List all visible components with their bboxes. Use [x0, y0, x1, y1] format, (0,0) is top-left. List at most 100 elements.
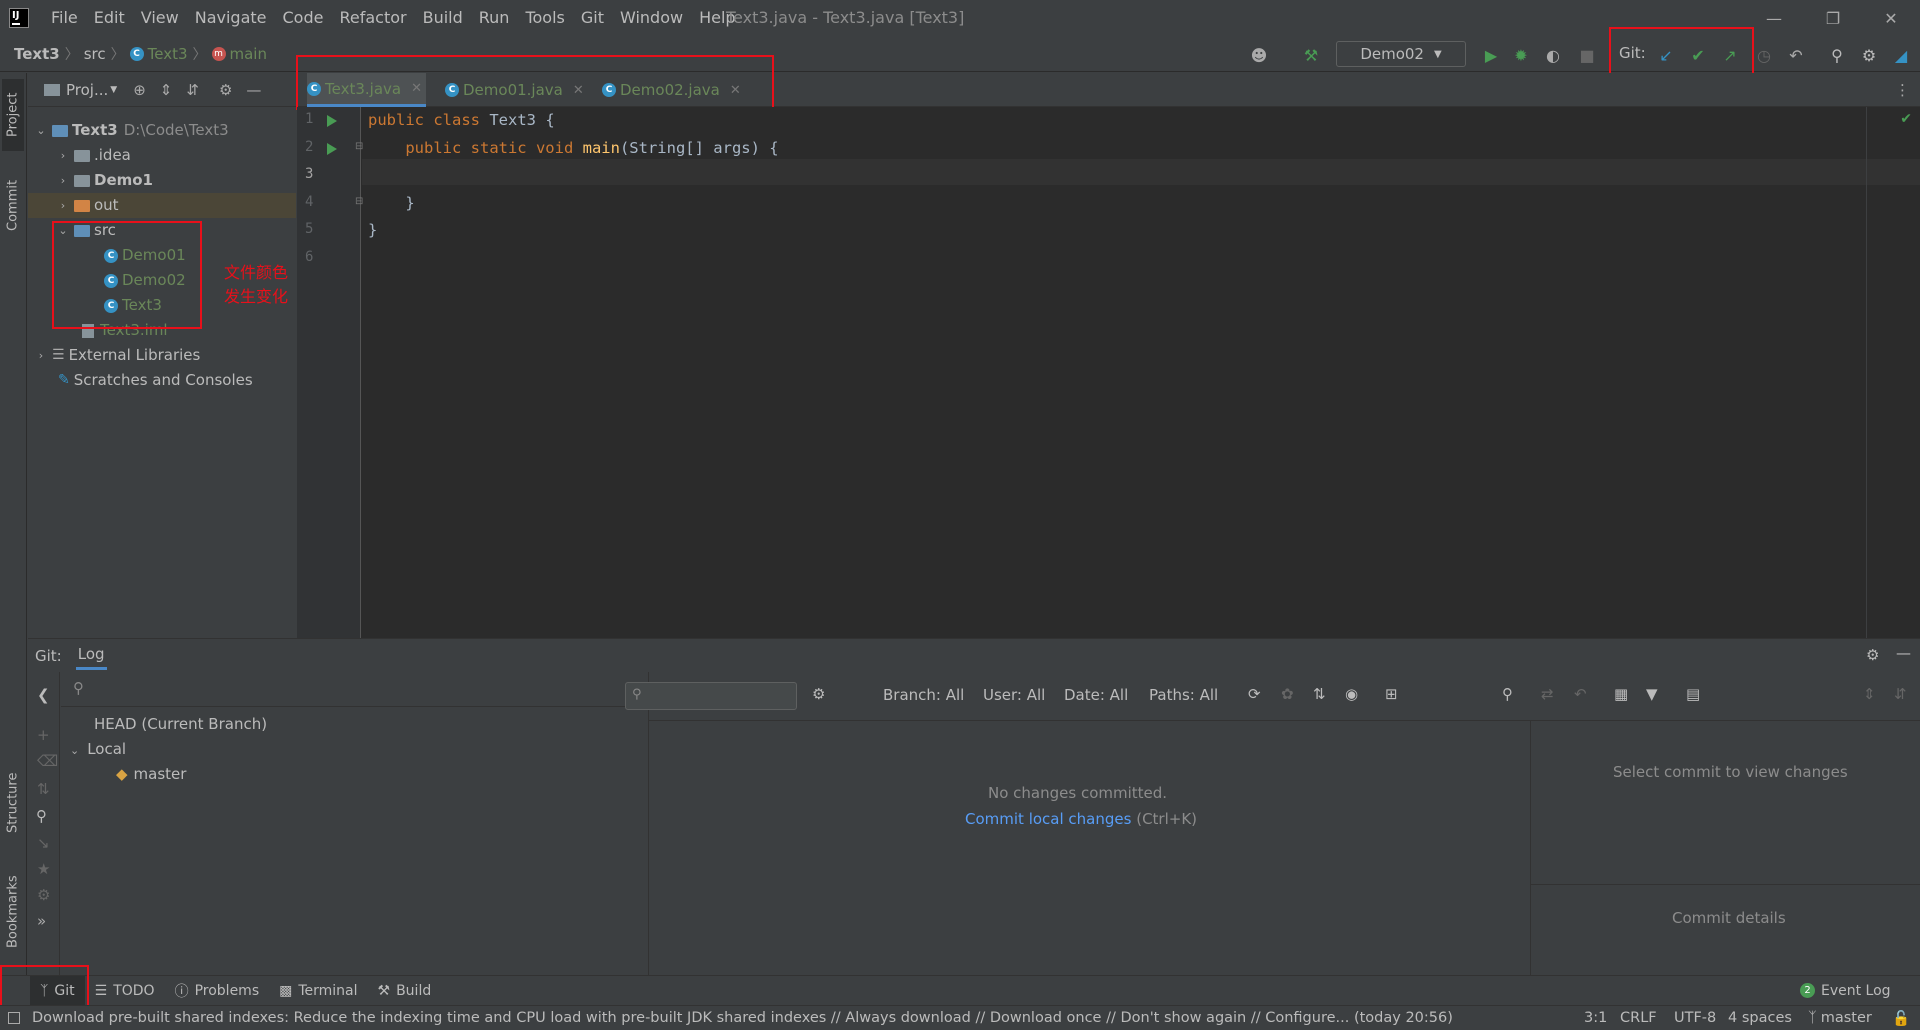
add-icon[interactable]: +: [37, 726, 50, 744]
search-icon[interactable]: ⚲: [1502, 685, 1513, 703]
breadcrumb-folder[interactable]: src: [84, 45, 106, 63]
chevron-left-icon[interactable]: ❮: [37, 686, 50, 704]
delete-icon[interactable]: ⌫: [37, 752, 58, 770]
commit-local-changes-link[interactable]: Commit local changes: [965, 810, 1131, 828]
menu-refactor[interactable]: Refactor: [331, 0, 414, 36]
expand-all-icon[interactable]: ⇕: [160, 81, 173, 99]
fold-icon[interactable]: ⊟: [355, 141, 363, 152]
editor-tab-text3[interactable]: C Text3.java ✕: [307, 73, 426, 107]
gear-icon[interactable]: ⚙: [219, 81, 232, 99]
expand-more-icon[interactable]: »: [37, 912, 46, 930]
coverage-icon[interactable]: ◐: [1542, 44, 1564, 66]
gear-icon[interactable]: ⚙: [1866, 646, 1879, 664]
log-search-input[interactable]: ⚲: [625, 682, 797, 710]
project-view-selector[interactable]: Proj...: [66, 81, 108, 99]
tool-tab-build[interactable]: ⚒ Build: [368, 976, 442, 1006]
tab-log[interactable]: Log: [75, 641, 107, 670]
run-config-selector[interactable]: Demo02 ▼: [1336, 41, 1466, 67]
tree-item-idea[interactable]: › .idea: [56, 143, 131, 168]
gear-icon[interactable]: ⚙: [1858, 44, 1880, 66]
close-tab-icon[interactable]: ✕: [411, 81, 422, 96]
breadcrumb-method[interactable]: main: [230, 45, 267, 63]
editor-tab-demo01[interactable]: C Demo01.java ✕: [445, 73, 584, 107]
line-separator[interactable]: CRLF: [1620, 1010, 1657, 1026]
filter-paths[interactable]: Paths: All: [1149, 686, 1218, 704]
structure-tool-tab[interactable]: Structure: [2, 763, 24, 843]
layout-icon[interactable]: ▤: [1686, 685, 1700, 703]
star-icon[interactable]: ★: [37, 860, 50, 878]
stop-icon[interactable]: ■: [1576, 44, 1598, 66]
tree-item-src[interactable]: ⌄ src: [56, 218, 116, 243]
menu-run[interactable]: Run: [471, 0, 518, 36]
tool-tab-git[interactable]: ᛉ Git: [30, 975, 85, 1006]
run-gutter-icon[interactable]: [327, 115, 337, 127]
lock-icon[interactable]: 🔓: [1892, 1010, 1910, 1027]
menu-code[interactable]: Code: [275, 0, 332, 36]
filter-branch[interactable]: Branch: All: [883, 686, 964, 704]
gear-icon[interactable]: ⚙: [812, 685, 825, 703]
breadcrumb-project[interactable]: Text3: [14, 45, 60, 63]
fold-icon[interactable]: ⊟: [355, 196, 363, 207]
rollback-icon[interactable]: ↶: [1785, 44, 1807, 66]
menu-view[interactable]: View: [133, 0, 187, 36]
close-tab-icon[interactable]: ✕: [573, 83, 584, 98]
user-icon[interactable]: ☻: [1248, 44, 1270, 66]
build-hammer-icon[interactable]: ⚒: [1300, 44, 1322, 66]
cherry-pick-icon[interactable]: ✿: [1281, 685, 1294, 703]
settings-icon[interactable]: ⚙: [37, 886, 50, 904]
tree-item-demo01[interactable]: C Demo01: [104, 243, 186, 268]
collapse-all-icon[interactable]: ⇵: [186, 81, 199, 99]
git-commit-icon[interactable]: ✔: [1687, 44, 1709, 66]
tool-tab-event-log[interactable]: 2 Event Log: [1790, 976, 1901, 1006]
tree-item-demo02[interactable]: C Demo02: [104, 268, 186, 293]
tree-item-scratches[interactable]: ✎ Scratches and Consoles: [58, 368, 253, 393]
inspection-ok-icon[interactable]: ✔: [1900, 111, 1912, 127]
close-tab-icon[interactable]: ✕: [730, 83, 741, 98]
tree-root[interactable]: ⌄ Text3 D:\Code\Text3: [34, 118, 228, 143]
collapse-icon[interactable]: ⇵: [1894, 685, 1907, 703]
expand-icon[interactable]: ⇕: [1863, 685, 1876, 703]
tree-item-demo1[interactable]: › Demo1: [56, 168, 153, 193]
breadcrumb-class[interactable]: Text3: [148, 45, 188, 63]
refresh-icon[interactable]: ⟳: [1248, 685, 1261, 703]
search-icon[interactable]: ⚲: [36, 807, 47, 825]
tree-item-text3-iml[interactable]: Text3.iml: [82, 318, 168, 343]
tool-tab-problems[interactable]: ⓘ Problems: [165, 976, 270, 1006]
commit-tool-tab[interactable]: Commit: [2, 169, 24, 241]
hide-panel-icon[interactable]: —: [246, 81, 261, 99]
branch-local-group[interactable]: ⌄ Local: [70, 740, 126, 758]
toggle-tool-windows-icon[interactable]: [8, 1012, 20, 1024]
project-tool-tab[interactable]: Project: [2, 79, 24, 151]
history-icon[interactable]: ◷: [1753, 44, 1775, 66]
editor-tab-demo02[interactable]: C Demo02.java ✕: [602, 73, 741, 107]
tool-tab-terminal[interactable]: ▩ Terminal: [269, 976, 367, 1006]
git-branch-status[interactable]: ᛉ master: [1808, 1010, 1872, 1026]
tool-tab-todo[interactable]: ☰ TODO: [85, 976, 165, 1006]
menu-git[interactable]: Git: [573, 0, 612, 36]
new-tab-icon[interactable]: ⊞: [1385, 685, 1398, 703]
group-icon[interactable]: ▦: [1614, 685, 1628, 703]
close-icon[interactable]: ✕: [1862, 0, 1920, 36]
menu-navigate[interactable]: Navigate: [187, 0, 275, 36]
branch-master[interactable]: ◆ master: [116, 765, 186, 783]
filter-date[interactable]: Date: All: [1064, 686, 1128, 704]
code-editor[interactable]: 1 2 3 4 5 6 ⊟ ⊟ public class Text3 { pub…: [297, 107, 1920, 638]
menu-tools[interactable]: Tools: [517, 0, 572, 36]
run-icon[interactable]: ▶: [1480, 44, 1502, 66]
git-push-icon[interactable]: ↗: [1719, 44, 1741, 66]
debug-icon[interactable]: ✹: [1510, 44, 1532, 66]
locate-icon[interactable]: ⊕: [133, 81, 146, 99]
sort-icon[interactable]: ⇅: [1313, 685, 1326, 703]
restore-icon[interactable]: ❐: [1804, 0, 1862, 36]
status-message[interactable]: Download pre-built shared indexes: Reduc…: [32, 1010, 1453, 1026]
minimize-icon[interactable]: —: [1745, 0, 1803, 36]
branch-search[interactable]: ⚲: [61, 672, 648, 707]
filter-user[interactable]: User: All: [983, 686, 1045, 704]
fetch-icon[interactable]: ↘: [37, 834, 50, 852]
tree-item-external-libraries[interactable]: › ☰ External Libraries: [34, 343, 201, 368]
compare-icon[interactable]: ⇄: [1541, 685, 1554, 703]
tree-item-text3[interactable]: C Text3: [104, 293, 162, 318]
search-icon[interactable]: ⚲: [1826, 44, 1848, 66]
caret-position[interactable]: 3:1: [1584, 1010, 1607, 1026]
hide-panel-icon[interactable]: —: [1896, 644, 1911, 662]
